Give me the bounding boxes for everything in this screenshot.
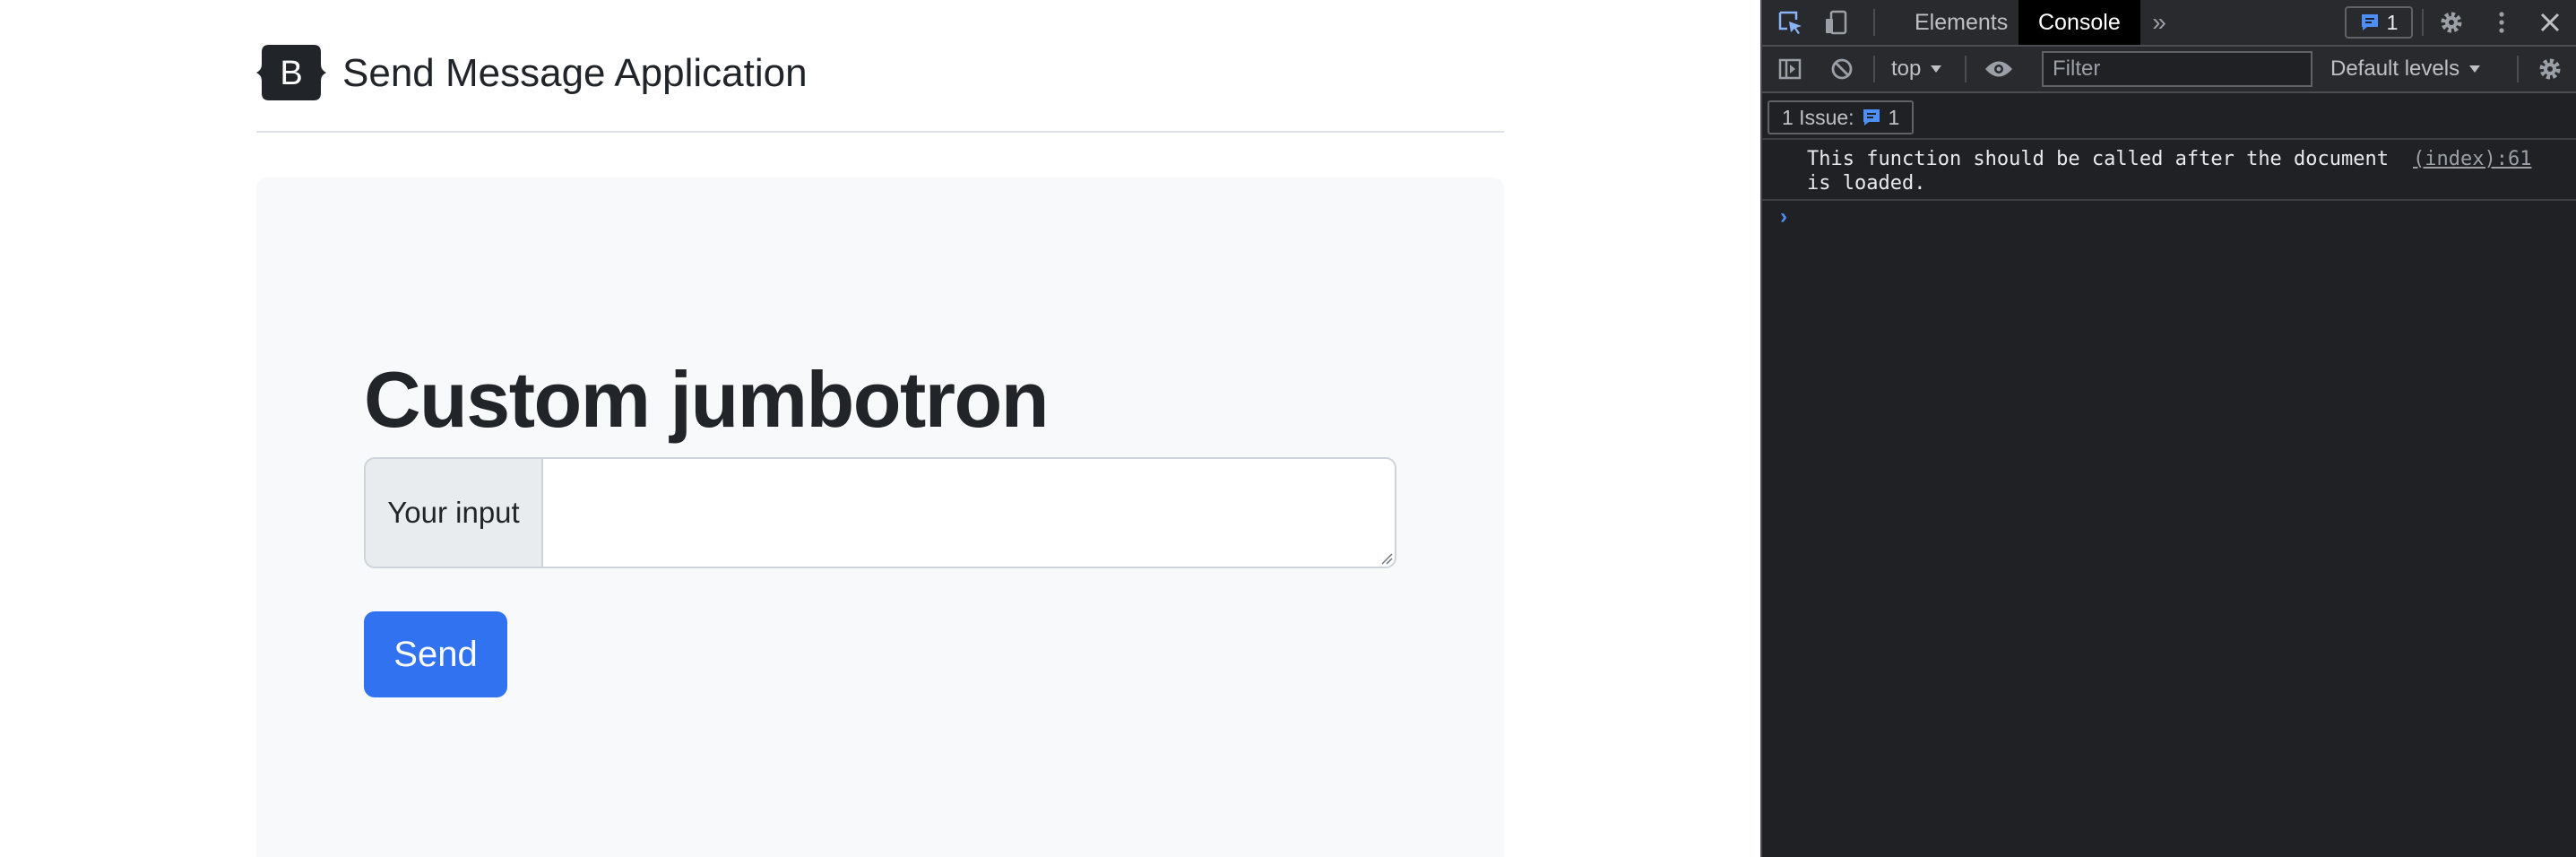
issues-button[interactable]: 1 Issue: 1 [1768, 100, 1915, 134]
console-message: This function should be called after the… [1762, 140, 2576, 201]
log-levels-label: Default levels [2330, 56, 2460, 81]
jumbotron-title: Custom jumbotron [364, 355, 1050, 444]
close-icon[interactable] [2535, 7, 2565, 38]
issues-count: 1 [1888, 105, 1900, 129]
tabbar-separator-2 [2422, 9, 2424, 36]
issues-label: 1 Issue: [1782, 105, 1854, 129]
issues-message-icon [1863, 109, 1880, 126]
clear-console-icon[interactable] [1827, 54, 1857, 84]
kebab-menu-icon[interactable] [2486, 7, 2517, 38]
dropdown-triangle-icon [1931, 65, 1942, 73]
input-wrapper [541, 457, 1396, 568]
jumbotron: Custom jumbotron Your input Send [256, 177, 1504, 857]
page-header: B Send Message Application [256, 45, 1504, 133]
input-label: Your input [364, 457, 541, 568]
svg-text:B: B [280, 55, 302, 92]
resize-grip-icon[interactable] [1380, 552, 1393, 565]
prompt-chevron-icon[interactable]: › [1780, 204, 1787, 229]
message-textarea[interactable] [541, 457, 1396, 568]
tab-console[interactable]: Console [2018, 0, 2140, 45]
bootstrap-logo[interactable]: B [256, 45, 326, 100]
device-toolbar-icon[interactable] [1821, 7, 1852, 38]
tabbar-separator [1873, 9, 1875, 36]
web-page: B Send Message Application Custom jumbot… [0, 0, 1760, 857]
tab-elements[interactable]: Elements [1895, 0, 2027, 45]
log-levels-dropdown[interactable]: Default levels [2330, 47, 2481, 91]
toolbar-separator [1873, 56, 1875, 82]
toolbar-separator-2 [1965, 56, 1967, 82]
live-expression-eye-icon[interactable] [1981, 54, 2017, 84]
console-filter-input[interactable] [2042, 51, 2312, 87]
message-input-group: Your input [364, 457, 1396, 568]
context-selector[interactable]: top [1891, 47, 1942, 91]
console-message-text: This function should be called after the… [1807, 148, 2390, 195]
app-title: Send Message Application [342, 51, 808, 95]
inspect-element-icon[interactable] [1775, 7, 1805, 38]
console-settings-gear-icon[interactable] [2535, 54, 2565, 84]
issues-bar: 1 Issue: 1 [1762, 93, 2576, 140]
issues-message-icon [2361, 14, 2378, 30]
devtools-panel: Elements Console » 1 top Filter Default … [1760, 0, 2576, 857]
dropdown-triangle-icon [2469, 65, 2481, 73]
more-tabs-icon[interactable]: » [2144, 7, 2174, 38]
send-button[interactable]: Send [364, 611, 507, 697]
context-label: top [1891, 56, 1922, 81]
devtools-tabbar: Elements Console » 1 [1762, 0, 2576, 47]
toolbar-separator-3 [2517, 56, 2519, 82]
settings-gear-icon[interactable] [2436, 7, 2467, 38]
console-toolbar: top Default levels [1762, 47, 2576, 93]
issues-badge-count: 1 [2386, 10, 2399, 34]
sidebar-toggle-icon[interactable] [1775, 54, 1805, 84]
console-message-source-link[interactable]: (index):61 [2413, 147, 2531, 171]
issues-counter-badge[interactable]: 1 [2345, 6, 2413, 39]
